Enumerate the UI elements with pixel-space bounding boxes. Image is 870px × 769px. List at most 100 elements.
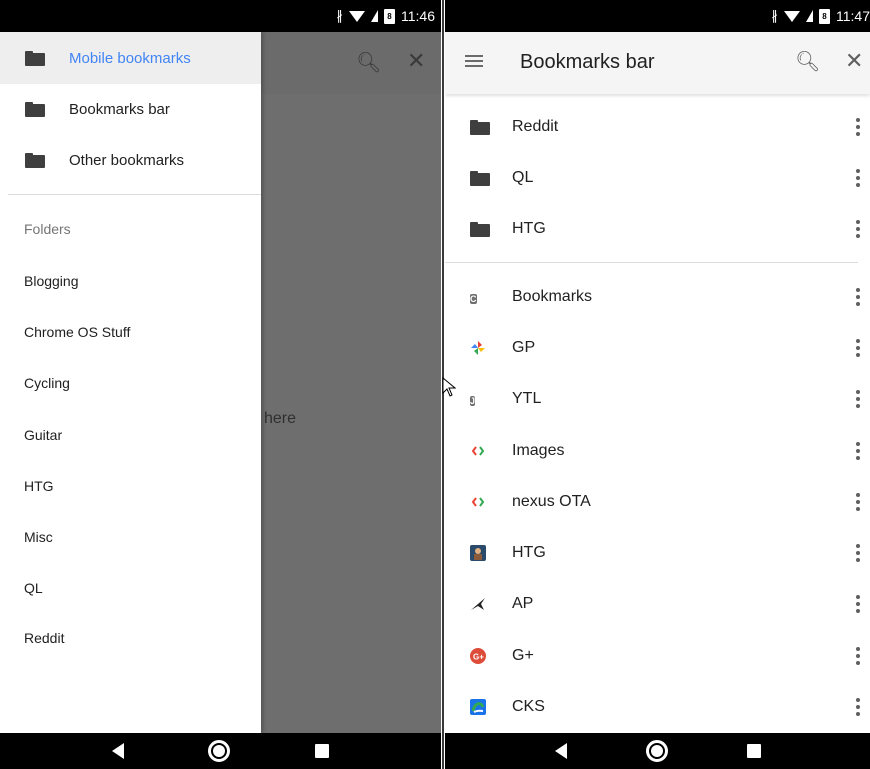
list-item-label: Images: [512, 442, 565, 459]
home-icon[interactable]: [645, 740, 668, 762]
more-vert-icon[interactable]: [856, 595, 860, 613]
list-item[interactable]: nexus OTA: [445, 476, 870, 528]
search-icon[interactable]: 🔍︎: [795, 49, 820, 74]
list-item[interactable]: GP: [445, 322, 870, 374]
folder-item-ql[interactable]: QL: [24, 580, 43, 596]
home-icon[interactable]: [208, 740, 231, 762]
folder-icon: [470, 222, 490, 239]
left-phone-screen: ∦ 8 11:46 🔍︎ ✕ here Mobile bookmarks Boo…: [0, 0, 441, 769]
bluetooth-icon: ∦: [336, 8, 344, 23]
more-vert-icon[interactable]: [856, 288, 860, 306]
list-item[interactable]: Reddit: [445, 101, 870, 153]
right-phone-screen: ∦ 8 11:47 Bookmarks bar 🔍︎ ✕ Reddit QL H…: [445, 0, 870, 769]
battery-icon: 8: [384, 8, 395, 24]
navigation-bar: [0, 733, 441, 769]
folder-item-htg[interactable]: HTG: [24, 478, 54, 494]
status-bar: ∦ 8 11:46: [0, 0, 441, 32]
list-item-label: nexus OTA: [512, 493, 591, 510]
signal-icon: [371, 10, 378, 22]
htg-favicon-icon: [470, 545, 487, 562]
dimmed-text: here: [264, 410, 297, 427]
folders-header: Folders: [24, 221, 71, 237]
navigation-drawer: Mobile bookmarks Bookmarks bar Other boo…: [0, 32, 261, 733]
more-vert-icon[interactable]: [856, 220, 860, 238]
list-item-label: HTG: [512, 544, 546, 561]
drawer-item-other-bookmarks[interactable]: Other bookmarks: [0, 134, 261, 186]
more-vert-icon[interactable]: [856, 118, 860, 136]
list-item-label: CKS: [512, 698, 545, 715]
close-icon: ✕: [407, 48, 426, 73]
drawer-item-mobile-bookmarks[interactable]: Mobile bookmarks: [0, 32, 261, 84]
more-vert-icon[interactable]: [856, 647, 860, 665]
more-vert-icon[interactable]: [856, 544, 860, 562]
list-item[interactable]: C Bookmarks: [445, 271, 870, 323]
status-time: 11:46: [401, 8, 435, 24]
wifi-icon: [349, 10, 365, 22]
list-item-label: YTL: [512, 390, 542, 407]
drawer-item-label: Other bookmarks: [69, 151, 185, 169]
list-item[interactable]: AP: [445, 578, 870, 630]
list-item[interactable]: QL: [445, 152, 870, 204]
list-item[interactable]: HTG: [445, 527, 870, 579]
more-vert-icon[interactable]: [856, 169, 860, 187]
pinwheel-favicon-icon: [470, 340, 487, 357]
drawer-item-label: Bookmarks bar: [69, 100, 170, 118]
folder-icon: [25, 152, 45, 168]
folder-icon: [470, 120, 490, 137]
mouse-pointer-icon: [442, 377, 456, 397]
folder-item-misc[interactable]: Misc: [24, 529, 53, 545]
cks-favicon-icon: [470, 699, 487, 716]
back-icon[interactable]: [112, 743, 125, 759]
search-icon: 🔍︎: [356, 52, 382, 74]
list-item-label: Bookmarks: [512, 288, 593, 305]
dimmed-toolbar: 🔍︎ ✕: [261, 32, 441, 94]
more-vert-icon[interactable]: [856, 390, 860, 408]
signal-icon: [806, 10, 813, 22]
list-item-label: G+: [512, 647, 534, 664]
menu-icon[interactable]: [465, 55, 483, 68]
more-vert-icon[interactable]: [856, 493, 860, 511]
folder-item-guitar[interactable]: Guitar: [24, 427, 62, 443]
drawer-item-label: Mobile bookmarks: [69, 49, 191, 67]
more-vert-icon[interactable]: [856, 698, 860, 716]
bluetooth-icon: ∦: [771, 8, 779, 23]
list-item[interactable]: G+ G+: [445, 630, 870, 682]
folder-item-blogging[interactable]: Blogging: [24, 273, 79, 289]
drawer-scrim[interactable]: 🔍︎ ✕ here: [261, 32, 441, 733]
svg-text:G+: G+: [473, 653, 484, 662]
recents-icon[interactable]: [746, 744, 761, 758]
arrow-logo-favicon-icon: [470, 596, 487, 613]
page-title: Bookmarks bar: [520, 51, 655, 73]
list-item-label: GP: [512, 339, 536, 356]
back-icon[interactable]: [554, 743, 567, 759]
list-item[interactable]: HTG: [445, 203, 870, 255]
list-item-label: Reddit: [512, 118, 559, 135]
folder-icon: [25, 50, 45, 66]
more-vert-icon[interactable]: [856, 442, 860, 460]
folder-item-cycling[interactable]: Cycling: [24, 375, 70, 391]
battery-icon: 8: [819, 8, 830, 24]
list-item[interactable]: CKS: [445, 681, 870, 733]
list-item[interactable]: Images: [445, 425, 870, 477]
wifi-icon: [784, 10, 800, 22]
more-vert-icon[interactable]: [856, 339, 860, 357]
list-item-label: HTG: [512, 220, 546, 237]
recents-icon[interactable]: [314, 744, 329, 758]
letter-c-favicon-icon: C: [470, 294, 477, 304]
folder-item-reddit[interactable]: Reddit: [24, 630, 64, 646]
folder-icon: [25, 101, 45, 117]
status-time: 11:47: [836, 8, 870, 24]
list-item[interactable]: J YTL: [445, 373, 870, 425]
folder-item-chrome-os-stuff[interactable]: Chrome OS Stuff: [24, 324, 130, 340]
divider: [445, 262, 858, 263]
list-item-label: QL: [512, 169, 534, 186]
google-plus-favicon-icon: G+: [470, 648, 487, 665]
status-bar: ∦ 8 11:47: [445, 0, 870, 32]
list-item-label: AP: [512, 595, 534, 612]
close-icon[interactable]: ✕: [845, 48, 863, 74]
code-brackets-favicon-icon: [470, 494, 487, 511]
navigation-bar: [445, 733, 870, 769]
folder-icon: [470, 171, 490, 188]
drawer-item-bookmarks-bar[interactable]: Bookmarks bar: [0, 83, 261, 135]
letter-j-favicon-icon: J: [470, 396, 476, 406]
